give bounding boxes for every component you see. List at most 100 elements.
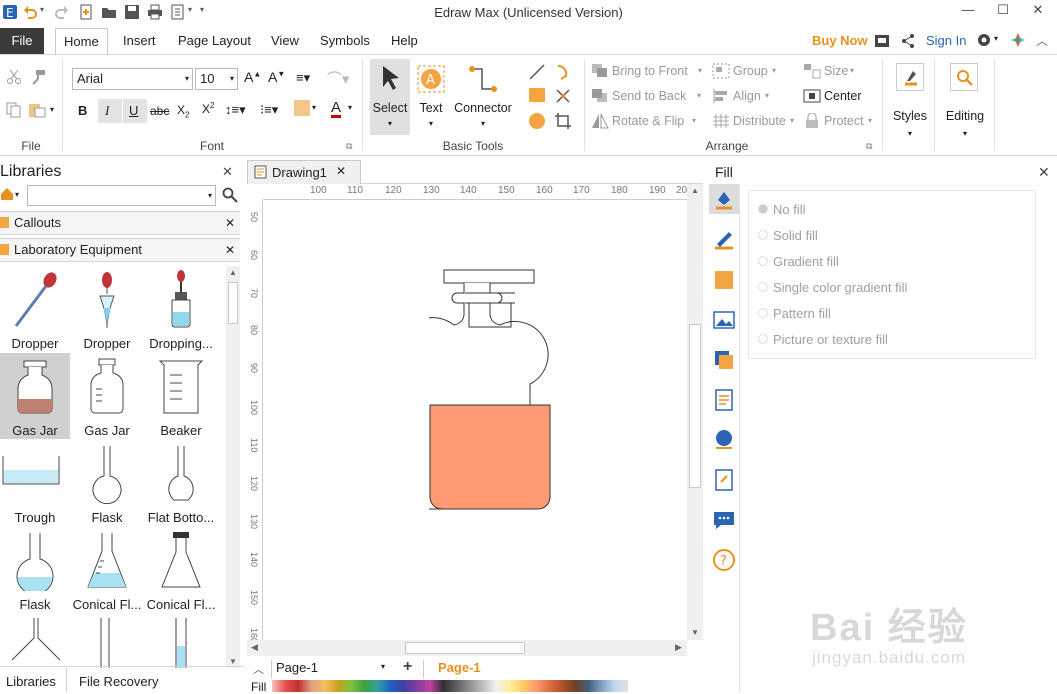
line-style-icon[interactable] bbox=[712, 228, 736, 252]
text-align-icon[interactable]: ≡▾ bbox=[296, 70, 310, 86]
send-to-back-dropdown-icon[interactable]: ▾ bbox=[697, 91, 701, 100]
font-dialog-launcher-icon[interactable]: ⧉ bbox=[346, 141, 352, 152]
superscript-icon[interactable]: X2 bbox=[202, 101, 214, 116]
size-button[interactable]: Size bbox=[824, 64, 848, 78]
align-icon[interactable] bbox=[712, 88, 730, 104]
help-icon[interactable]: ? bbox=[712, 548, 736, 572]
send-to-back-icon[interactable] bbox=[591, 88, 609, 104]
close-libraries-icon[interactable]: ✕ bbox=[222, 164, 233, 180]
italic-icon[interactable]: I bbox=[105, 103, 109, 119]
library-item-dropper-2[interactable]: Dropper bbox=[72, 266, 142, 352]
tab-page-layout[interactable]: Page Layout bbox=[170, 28, 259, 54]
tab-insert[interactable]: Insert bbox=[115, 28, 164, 54]
pattern-fill-option[interactable]: Pattern fill bbox=[773, 306, 831, 321]
library-item-gas-jar[interactable]: Gas Jar bbox=[0, 353, 70, 439]
protect-button[interactable]: Protect bbox=[824, 114, 864, 128]
page-properties-icon[interactable] bbox=[712, 388, 736, 412]
close-fill-panel-icon[interactable]: ✕ bbox=[1038, 164, 1050, 181]
no-fill-radio[interactable] bbox=[758, 204, 768, 214]
font-name-select[interactable]: Arial ▾ bbox=[72, 68, 193, 90]
line-spacing-icon[interactable]: ↕≡▾ bbox=[225, 102, 246, 118]
arc-tool-icon[interactable] bbox=[554, 63, 572, 81]
rotate-flip-icon[interactable] bbox=[591, 113, 609, 129]
picture-fill-radio[interactable] bbox=[758, 334, 768, 344]
library-item-flask[interactable]: Flask bbox=[72, 440, 142, 526]
tab-help[interactable]: Help bbox=[383, 28, 426, 54]
line-tool-icon[interactable] bbox=[528, 63, 546, 81]
gear-icon[interactable] bbox=[976, 32, 992, 48]
canvas-vertical-scrollbar[interactable]: ▲ ▼ bbox=[687, 184, 703, 640]
layers-icon[interactable] bbox=[712, 348, 736, 372]
gradient-fill-radio[interactable] bbox=[758, 256, 768, 266]
bring-to-front-icon[interactable] bbox=[591, 63, 609, 79]
paste-icon[interactable] bbox=[28, 102, 46, 118]
distribute-dropdown-icon[interactable]: ▾ bbox=[790, 116, 794, 125]
settings-dropdown-icon[interactable]: ▾ bbox=[994, 34, 998, 43]
maximize-button[interactable]: ☐ bbox=[988, 2, 1018, 22]
no-fill-option[interactable]: No fill bbox=[773, 202, 806, 217]
font-color-dropdown-icon[interactable]: ▾ bbox=[348, 103, 352, 112]
image-icon[interactable] bbox=[712, 308, 736, 332]
close-document-tab-icon[interactable]: ✕ bbox=[336, 164, 346, 178]
library-item-flat-bottom-flask[interactable]: Flat Botto... bbox=[146, 440, 216, 526]
page-select[interactable]: Page-1 ▾ bbox=[271, 660, 389, 678]
italic-button[interactable] bbox=[98, 99, 122, 123]
home-library-icon[interactable] bbox=[0, 187, 14, 201]
libraries-bottom-tab[interactable]: Libraries bbox=[6, 674, 56, 689]
size-dropdown-icon[interactable]: ▾ bbox=[850, 66, 854, 75]
library-item-tube-y-icon[interactable] bbox=[8, 618, 64, 668]
attachment-icon[interactable] bbox=[712, 468, 736, 492]
rotate-flip-button[interactable]: Rotate & Flip bbox=[612, 114, 684, 128]
library-item-dropping-bottle[interactable]: Dropping... bbox=[146, 266, 216, 352]
sign-in-link[interactable]: Sign In bbox=[926, 33, 966, 48]
bullets-icon[interactable]: ⁝≡▾ bbox=[260, 102, 278, 118]
grow-font-icon[interactable]: A▲ bbox=[244, 69, 261, 85]
apps-icon[interactable] bbox=[1010, 32, 1026, 48]
hyperlink-icon[interactable] bbox=[712, 428, 736, 452]
library-item-trough[interactable]: Trough bbox=[0, 440, 70, 526]
drawing-page[interactable] bbox=[264, 201, 687, 640]
align-dropdown-icon[interactable]: ▾ bbox=[765, 91, 769, 100]
rectangle-tool-icon[interactable] bbox=[529, 88, 545, 102]
picture-or-texture-fill-option[interactable]: Picture or texture fill bbox=[773, 332, 888, 347]
cross-tool-icon[interactable] bbox=[554, 87, 572, 105]
pattern-fill-radio[interactable] bbox=[758, 308, 768, 318]
page-nav-up-icon[interactable]: ︿ bbox=[253, 661, 264, 677]
fill-bucket-icon[interactable] bbox=[712, 188, 736, 212]
format-painter-icon[interactable] bbox=[30, 69, 46, 85]
single-color-gradient-fill-option[interactable]: Single color gradient fill bbox=[773, 280, 907, 295]
text-wrap-icon[interactable]: ⌒▾ bbox=[327, 68, 350, 89]
cut-icon[interactable] bbox=[6, 69, 22, 85]
comment-icon[interactable] bbox=[712, 508, 736, 532]
solid-fill-radio[interactable] bbox=[758, 230, 768, 240]
buy-now-link[interactable]: Buy Now bbox=[812, 33, 868, 48]
file-recovery-tab[interactable]: File Recovery bbox=[79, 674, 158, 689]
library-scrollbar[interactable]: ▲ ▼ bbox=[226, 266, 240, 668]
single-color-gradient-fill-radio[interactable] bbox=[758, 282, 768, 292]
minimize-button[interactable]: — bbox=[953, 2, 983, 22]
close-lab-equipment-icon[interactable]: ✕ bbox=[225, 243, 235, 257]
paste-dropdown-icon[interactable]: ▾ bbox=[50, 105, 54, 114]
bring-to-front-button[interactable]: Bring to Front bbox=[612, 64, 688, 78]
bold-icon[interactable]: B bbox=[78, 103, 87, 118]
send-to-back-button[interactable]: Send to Back bbox=[612, 89, 686, 103]
shrink-font-icon[interactable]: A▼ bbox=[268, 69, 285, 85]
library-item-gas-jar-2[interactable]: Gas Jar bbox=[72, 353, 142, 439]
align-button[interactable]: Align bbox=[733, 89, 761, 103]
shadow-icon[interactable] bbox=[712, 268, 736, 292]
library-search-input[interactable]: ▾ bbox=[27, 185, 216, 206]
strikethrough-icon[interactable]: abc bbox=[150, 104, 169, 118]
library-item-dropper[interactable]: Dropper bbox=[0, 266, 70, 352]
copy-icon[interactable] bbox=[6, 102, 22, 118]
distribute-icon[interactable] bbox=[712, 113, 730, 129]
rotate-flip-dropdown-icon[interactable]: ▾ bbox=[692, 116, 696, 125]
library-home-dropdown-icon[interactable]: ▾ bbox=[15, 190, 19, 199]
center-button[interactable]: Center bbox=[824, 89, 862, 103]
group-icon[interactable] bbox=[712, 63, 730, 79]
library-item-tube-icon[interactable] bbox=[98, 618, 112, 668]
select-button[interactable]: Select ▾ bbox=[370, 59, 410, 135]
cart-icon[interactable] bbox=[874, 33, 890, 49]
text-button[interactable]: A Text ▾ bbox=[414, 59, 448, 135]
bring-to-front-dropdown-icon[interactable]: ▾ bbox=[698, 66, 702, 75]
library-item-conical-flask-2[interactable]: Conical Fl... bbox=[146, 527, 216, 613]
